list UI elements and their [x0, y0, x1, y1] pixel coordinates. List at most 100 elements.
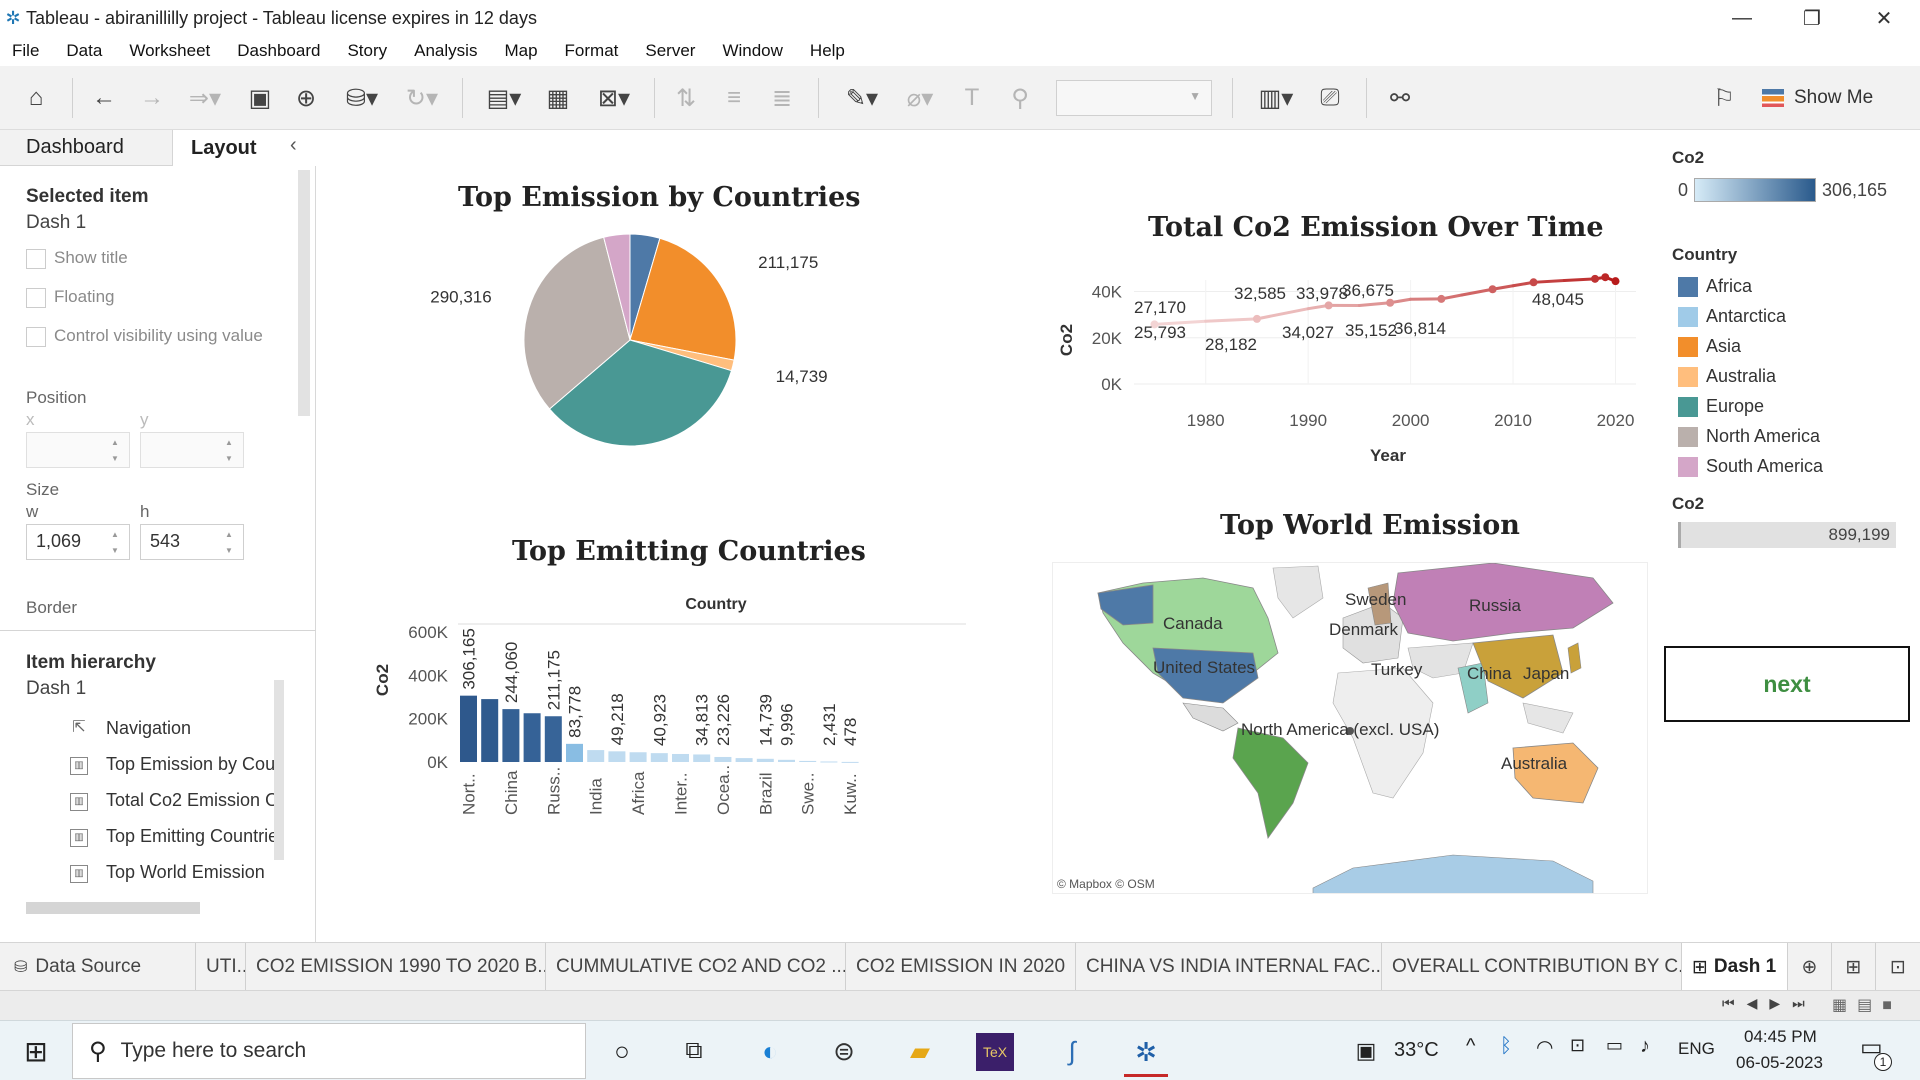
- bar-1[interactable]: [481, 699, 499, 762]
- task-view-icon[interactable]: ⧉: [672, 1031, 716, 1071]
- width-input[interactable]: 1,069 ▲ ▼: [26, 524, 130, 560]
- cortana-icon[interactable]: ○: [600, 1031, 644, 1071]
- new-worksheet-icon[interactable]: ▤▾: [476, 80, 532, 116]
- tex-app-icon[interactable]: TeX: [976, 1033, 1014, 1071]
- forward-icon[interactable]: →: [134, 80, 170, 116]
- menu-analysis[interactable]: Analysis: [414, 41, 477, 61]
- minimize-button[interactable]: —: [1710, 0, 1774, 36]
- swap-icon[interactable]: ⇅: [668, 80, 704, 116]
- data-source-dropdown-icon[interactable]: ⛁▾: [336, 80, 388, 116]
- battery-icon[interactable]: ▭: [1606, 1035, 1623, 1056]
- menu-data[interactable]: Data: [66, 41, 102, 61]
- view-mode-icons[interactable]: ▦▤■: [1832, 995, 1902, 1015]
- bar-14[interactable]: [756, 758, 774, 762]
- sheet-tab-1[interactable]: UTI...: [196, 943, 246, 991]
- app-icon[interactable]: ⊜: [822, 1031, 866, 1071]
- bar-12[interactable]: [714, 756, 732, 762]
- legend-item-europe[interactable]: Europe: [1678, 396, 1764, 417]
- share-icon[interactable]: ⚯: [1380, 80, 1420, 116]
- pin-icon[interactable]: ⚲: [1002, 80, 1038, 116]
- language-indicator[interactable]: ENG: [1678, 1039, 1715, 1059]
- restore-button[interactable]: ❐: [1780, 0, 1844, 36]
- duplicate-sheet-icon[interactable]: ▦: [538, 80, 578, 116]
- hierarchy-item-total-co2[interactable]: Total Co2 Emission Over Time: [106, 790, 274, 811]
- volume-icon[interactable]: ♪: [1640, 1035, 1650, 1058]
- menu-story[interactable]: Story: [347, 41, 387, 61]
- file-explorer-icon[interactable]: ▰: [898, 1031, 942, 1071]
- highlight-icon[interactable]: ✎▾: [836, 80, 888, 116]
- bar-10[interactable]: [672, 753, 689, 762]
- floating-checkbox[interactable]: Floating: [26, 287, 114, 308]
- sheet-tab-5[interactable]: CHINA VS INDIA INTERNAL FAC...: [1076, 943, 1382, 991]
- edge-icon[interactable]: ◐: [748, 1031, 792, 1071]
- bar-9[interactable]: [650, 753, 668, 762]
- sheet-tab-6[interactable]: OVERALL CONTRIBUTION BY C...: [1382, 943, 1682, 991]
- legend-item-asia[interactable]: Asia: [1678, 336, 1741, 357]
- back-icon[interactable]: ←: [86, 80, 122, 116]
- presentation-mode-icon[interactable]: ⎚: [1310, 80, 1350, 116]
- bar-18[interactable]: [841, 761, 859, 763]
- new-dashboard-tab-icon[interactable]: ⊞: [1832, 943, 1876, 991]
- bar-0[interactable]: [460, 695, 477, 762]
- format-painter-icon[interactable]: ⚐: [1704, 80, 1744, 116]
- clear-sheet-icon[interactable]: ⊠▾: [586, 80, 642, 116]
- redo-dropdown-icon[interactable]: ⇒▾: [178, 80, 232, 116]
- new-story-tab-icon[interactable]: ⊡: [1876, 943, 1920, 991]
- close-button[interactable]: ✕: [1852, 0, 1916, 36]
- bar-5[interactable]: [566, 743, 583, 762]
- fit-dropdown[interactable]: ▼: [1056, 80, 1212, 116]
- layout-scrollbar[interactable]: [298, 170, 310, 416]
- legend-item-africa[interactable]: Africa: [1678, 276, 1752, 297]
- height-input[interactable]: 543 ▲ ▼: [140, 524, 244, 560]
- show-me-button[interactable]: Show Me: [1762, 80, 1873, 116]
- legend-item-australia[interactable]: Australia: [1678, 366, 1776, 387]
- menu-file[interactable]: File: [12, 41, 39, 61]
- wifi-icon[interactable]: ◠: [1536, 1035, 1553, 1060]
- sort-ascending-icon[interactable]: ≡: [716, 80, 752, 116]
- menu-window[interactable]: Window: [722, 41, 782, 61]
- taskbar-search-box[interactable]: ⚲ Type here to search: [72, 1023, 586, 1079]
- bluetooth-icon[interactable]: ᛒ: [1500, 1035, 1512, 1058]
- line-point[interactable]: [1611, 277, 1620, 286]
- hierarchy-item-top-emission[interactable]: Top Emission by Countries: [106, 754, 274, 775]
- label-icon[interactable]: T: [954, 80, 990, 116]
- bar-6[interactable]: [587, 750, 605, 762]
- sheet-tab-3[interactable]: CUMMULATIVE CO2 AND CO2 ...: [546, 943, 846, 991]
- bar-2[interactable]: [502, 709, 520, 762]
- legend-item-south-america[interactable]: South America: [1678, 456, 1823, 477]
- save-icon[interactable]: ▣: [242, 80, 278, 116]
- new-data-source-icon[interactable]: ⊕: [288, 80, 324, 116]
- line-point[interactable]: [1252, 314, 1261, 323]
- line-point[interactable]: [1437, 294, 1446, 303]
- clock-date[interactable]: 06-05-2023: [1736, 1053, 1823, 1073]
- menu-worksheet[interactable]: Worksheet: [129, 41, 210, 61]
- bar-4[interactable]: [544, 716, 562, 762]
- menu-server[interactable]: Server: [645, 41, 695, 61]
- hierarchy-vertical-scrollbar[interactable]: [274, 680, 284, 860]
- collapse-pane-icon[interactable]: ‹: [290, 134, 297, 157]
- refresh-icon[interactable]: ↻▾: [396, 80, 448, 116]
- line-point[interactable]: [1488, 285, 1497, 294]
- menu-format[interactable]: Format: [565, 41, 619, 61]
- hierarchy-item-top-world[interactable]: Top World Emission: [106, 862, 274, 883]
- bar-15[interactable]: [778, 759, 795, 762]
- math-app-icon[interactable]: ∫: [1050, 1031, 1094, 1071]
- tableau-taskbar-icon[interactable]: ✲: [1124, 1031, 1168, 1077]
- bar-17[interactable]: [820, 761, 838, 763]
- menu-map[interactable]: Map: [504, 41, 537, 61]
- legend-item-antarctica[interactable]: Antarctica: [1678, 306, 1786, 327]
- windows-start-icon[interactable]: ⊞: [14, 1031, 58, 1071]
- legend-item-north-america[interactable]: North America: [1678, 426, 1820, 447]
- bar-3[interactable]: [523, 713, 541, 762]
- tab-dashboard[interactable]: Dashboard: [0, 130, 172, 166]
- hierarchy-horizontal-scrollbar[interactable]: [26, 902, 200, 914]
- bar-11[interactable]: [693, 754, 711, 762]
- x-position-input[interactable]: ▲ ▼: [26, 432, 130, 468]
- weather-icon[interactable]: ▣: [1344, 1031, 1388, 1071]
- clock-time[interactable]: 04:45 PM: [1744, 1027, 1817, 1047]
- line-point[interactable]: [1601, 273, 1610, 282]
- bar-16[interactable]: [799, 760, 817, 762]
- chevron-up-icon[interactable]: ^: [1466, 1035, 1475, 1058]
- menu-dashboard[interactable]: Dashboard: [237, 41, 320, 61]
- menu-help[interactable]: Help: [810, 41, 845, 61]
